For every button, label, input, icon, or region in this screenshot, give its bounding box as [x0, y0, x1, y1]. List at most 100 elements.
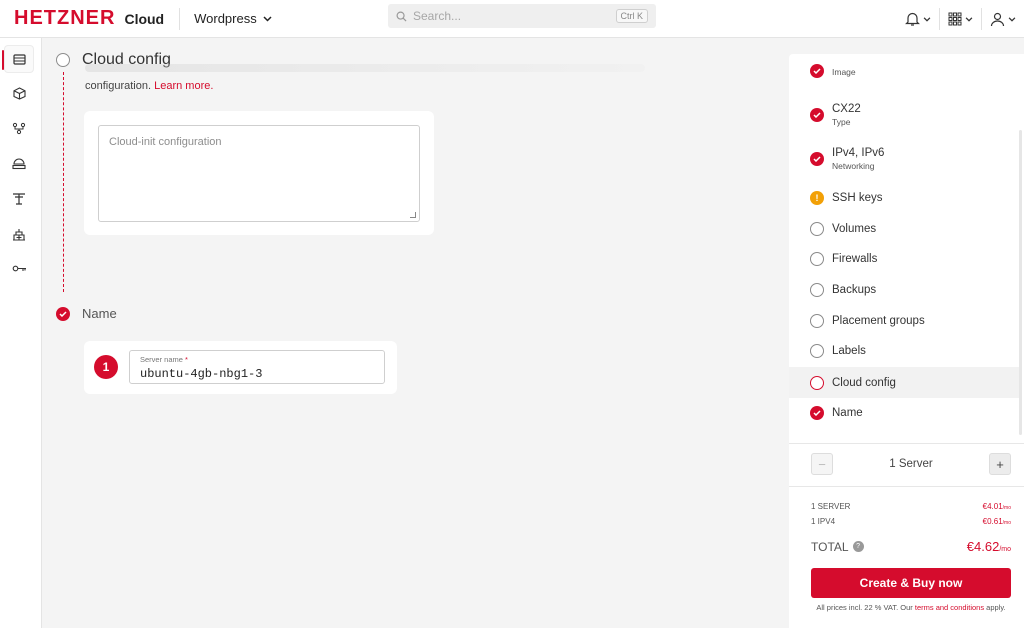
divider: [789, 486, 1024, 487]
cloud-config-description: configuration. Learn more.: [85, 80, 213, 92]
summary-item-label: Volumes: [832, 223, 877, 235]
cube-icon: [12, 86, 26, 100]
summary-steps-list[interactable]: Image CX22 Type IPv4, IPv6 Networking ! SS…: [789, 54, 1024, 442]
summary-item-type[interactable]: CX22 Type: [789, 103, 1019, 127]
search-shortcut-badge: Ctrl K: [615, 9, 648, 23]
bell-icon: [905, 12, 920, 26]
chevron-down-icon: [1008, 16, 1016, 22]
summary-item-image[interactable]: Image: [789, 64, 1019, 78]
nav-firewalls[interactable]: [4, 220, 34, 248]
price-unit: /mo: [1002, 520, 1011, 526]
total-label: TOTAL ?: [811, 540, 864, 554]
nav-security[interactable]: [4, 254, 34, 282]
price-value: €4.01/mo: [983, 502, 1011, 511]
summary-item-label: IPv4, IPv6: [832, 147, 885, 159]
server-name-input[interactable]: [140, 367, 374, 381]
price-row-server: 1 SERVER €4.01/mo: [811, 502, 1011, 511]
create-and-buy-button[interactable]: Create & Buy now: [811, 568, 1011, 598]
total-row: TOTAL ? €4.62/mo: [811, 539, 1011, 554]
summary-item-cloud-config[interactable]: Cloud config: [789, 367, 1019, 398]
summary-item-sublabel: Networking: [832, 161, 875, 171]
empty-circle-icon: [810, 314, 824, 328]
hetzner-logo[interactable]: HETZNER: [14, 7, 115, 30]
name-step-header[interactable]: Name: [56, 306, 117, 321]
nav-load-balancers[interactable]: [4, 184, 34, 212]
name-step-title: Name: [82, 306, 117, 321]
step-progress-line: [63, 72, 64, 292]
price-label: 1 SERVER: [811, 502, 851, 511]
server-name-card: 1 Server name *: [84, 341, 397, 394]
cloud-config-card: [84, 111, 434, 235]
summary-item-label: Name: [832, 407, 863, 419]
summary-item-placement-groups[interactable]: Placement groups: [789, 314, 1019, 328]
summary-item-label: SSH keys: [832, 192, 883, 204]
help-icon[interactable]: ?: [852, 541, 864, 552]
product-name: Cloud: [124, 10, 165, 27]
total-amount: €4.62: [966, 539, 1000, 554]
summary-item-backups[interactable]: Backups: [789, 283, 1019, 297]
vat-note-suffix: apply.: [984, 603, 1006, 612]
total-label-text: TOTAL: [811, 539, 849, 554]
nav-snapshots[interactable]: [4, 79, 34, 107]
search-input[interactable]: [413, 9, 616, 23]
chevron-down-icon: [965, 16, 973, 22]
description-text: configuration.: [85, 80, 152, 92]
total-unit: /mo: [999, 546, 1011, 553]
search-bar[interactable]: Ctrl K: [388, 4, 656, 28]
nav-networks[interactable]: [4, 114, 34, 142]
empty-circle-icon: [810, 283, 824, 297]
summary-item-ssh-keys[interactable]: ! SSH keys: [789, 191, 1019, 205]
price-label: 1 IPV4: [811, 517, 836, 526]
user-icon: [990, 12, 1005, 26]
summary-item-label: CX22: [832, 103, 861, 115]
summary-item-networking[interactable]: IPv4, IPv6 Networking: [789, 147, 1019, 171]
step-status-empty-icon: [56, 53, 70, 67]
divider: [179, 7, 181, 30]
summary-item-label: Backups: [832, 284, 877, 296]
price-amount: €0.61: [982, 517, 1003, 526]
summary-item-firewalls[interactable]: Firewalls: [789, 252, 1019, 266]
summary-item-sublabel: Type: [832, 117, 851, 127]
summary-item-name[interactable]: Name: [789, 406, 1019, 420]
project-selector[interactable]: Wordpress: [194, 11, 272, 26]
key-icon: [12, 265, 26, 271]
project-name: Wordpress: [194, 11, 257, 26]
order-summary-panel: Image CX22 Type IPv4, IPv6 Networking ! SS…: [789, 54, 1024, 628]
summary-item-labels[interactable]: Labels: [789, 344, 1019, 358]
empty-circle-icon: [810, 252, 824, 266]
increase-quantity-button[interactable]: +: [989, 453, 1011, 475]
price-amount: €4.01: [982, 502, 1003, 511]
notifications-button[interactable]: [897, 0, 939, 38]
summary-item-label: Firewalls: [832, 253, 878, 265]
left-navigation-rail: [0, 38, 42, 628]
server-name-field[interactable]: Server name *: [129, 350, 385, 384]
summary-scrollbar[interactable]: [1019, 130, 1022, 435]
decrease-quantity-button[interactable]: −: [811, 453, 833, 475]
server-name-label-text: Server name: [140, 355, 183, 364]
server-quantity-label: 1 Server: [889, 458, 933, 470]
summary-item-label: Labels: [832, 345, 866, 357]
vat-note-text: All prices incl. 22 % VAT. Our: [816, 603, 915, 612]
check-icon: [810, 108, 824, 122]
network-icon: [12, 122, 26, 134]
server-index-badge: 1: [94, 355, 118, 379]
load-balancer-icon: [13, 192, 25, 205]
nav-servers[interactable]: [2, 45, 34, 73]
user-menu-button[interactable]: [982, 0, 1024, 38]
apps-menu-button[interactable]: [940, 0, 981, 38]
server-name-label: Server name *: [140, 355, 374, 364]
vat-note: All prices incl. 22 % VAT. Our terms and…: [811, 603, 1011, 613]
terms-link[interactable]: terms and conditions: [915, 603, 984, 612]
price-value: €0.61/mo: [983, 517, 1011, 526]
summary-item-sublabel: Image: [832, 67, 856, 77]
cloud-init-textarea[interactable]: [98, 125, 420, 222]
summary-item-volumes[interactable]: Volumes: [789, 222, 1019, 236]
nav-storage[interactable]: [4, 149, 34, 177]
firewall-icon: [13, 228, 25, 241]
learn-more-link[interactable]: Learn more.: [154, 80, 213, 92]
resize-handle-icon[interactable]: [410, 212, 416, 218]
storage-icon: [12, 158, 26, 169]
top-right-actions: [897, 0, 1024, 38]
summary-item-label: Placement groups: [832, 315, 925, 327]
empty-circle-icon: [810, 222, 824, 236]
